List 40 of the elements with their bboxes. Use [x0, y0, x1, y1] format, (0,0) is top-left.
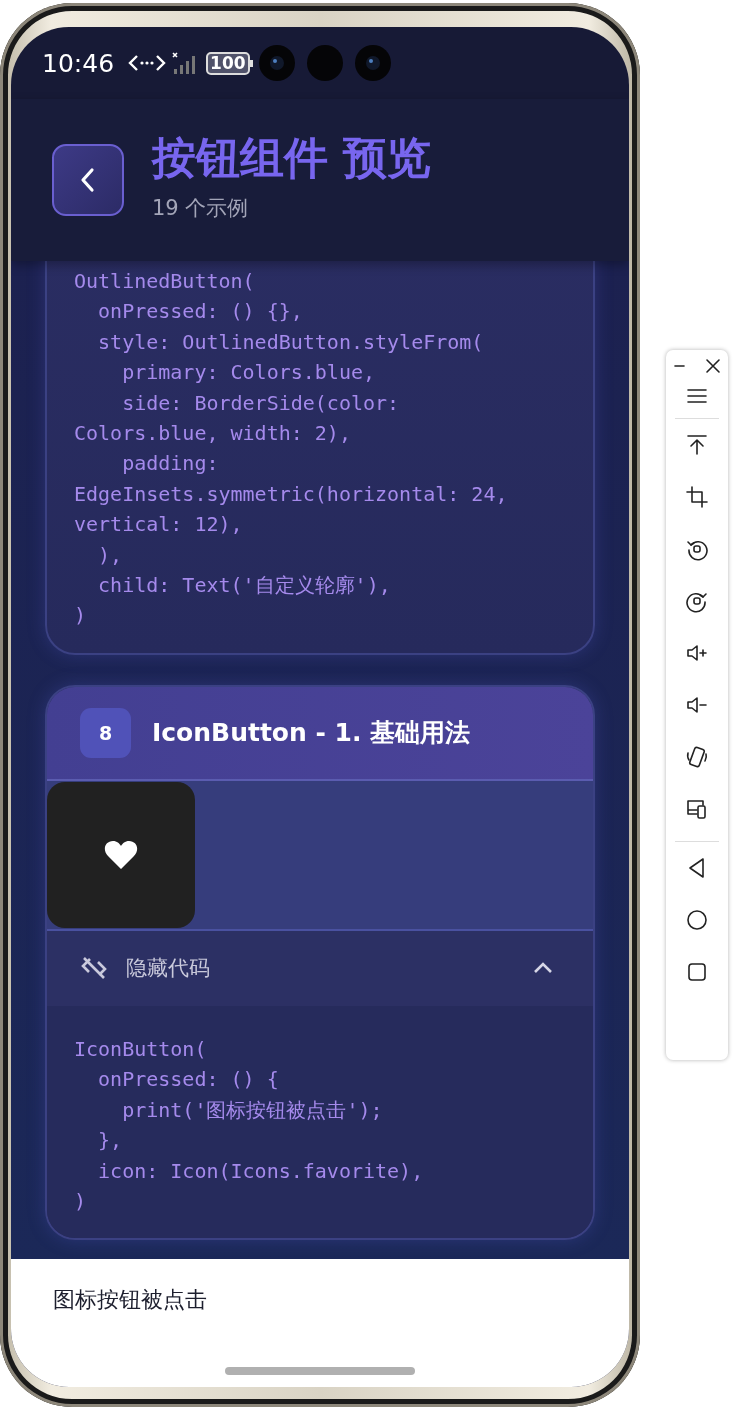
toggle-label: 隐藏代码 [126, 955, 211, 983]
battery-indicator: 100 [206, 51, 250, 75]
crop-icon[interactable] [685, 485, 709, 509]
snackbar-message: 图标按钮被点击 [53, 1286, 207, 1314]
close-icon[interactable] [705, 358, 721, 374]
code-line: OutlinedButton( [74, 268, 256, 295]
multi-device-icon[interactable] [685, 797, 709, 821]
camera-lens-drawing [306, 45, 343, 81]
code-line: print('图标按钮被点击'); [121, 1096, 384, 1124]
code-line: child: Text('自定义轮廓'), [97, 572, 392, 600]
code-toggle[interactable]: 隐藏代码 [47, 930, 593, 1006]
status-time: 10:46 [42, 48, 115, 78]
scroll-top-icon[interactable] [685, 433, 709, 457]
code-line: icon: Icon(Icons.favorite), [97, 1157, 425, 1185]
page-subtitle: 19 个示例 [152, 194, 250, 222]
code-line: }, [97, 1127, 124, 1155]
example-number: 8 [80, 707, 131, 758]
code-line: style: OutlinedButton.styleFrom( [97, 328, 485, 356]
code-line: Colors.blue, width: 2), [74, 420, 352, 448]
code-line: vertical: 12), [74, 511, 244, 539]
camera-lens-drawing [258, 45, 295, 81]
code-line: IconButton( [74, 1035, 208, 1063]
page-title: 按钮组件 预览 [152, 130, 432, 185]
code-line: ) [74, 602, 88, 630]
code-line: ) [74, 1187, 88, 1215]
home-icon[interactable] [685, 908, 709, 932]
example-title: IconButton - 1. 基础用法 [152, 717, 471, 750]
camera-lens-drawing [354, 45, 391, 81]
code-line: onPressed: () { [97, 1066, 280, 1094]
code-line: ), [97, 541, 124, 569]
favorite-button[interactable] [47, 781, 195, 928]
code-line: padding: [121, 450, 220, 478]
code-line: primary: Colors.blue, [121, 359, 377, 387]
heart-icon [104, 839, 138, 870]
shake-phone-icon[interactable] [685, 745, 709, 769]
code-line: side: BorderSide(color: [121, 389, 401, 417]
back-button[interactable] [52, 144, 124, 216]
recents-icon[interactable] [685, 960, 709, 984]
code-line: EdgeInsets.symmetric(horizontal: 24, [74, 480, 509, 508]
code-line: onPressed: () {}, [97, 298, 304, 326]
